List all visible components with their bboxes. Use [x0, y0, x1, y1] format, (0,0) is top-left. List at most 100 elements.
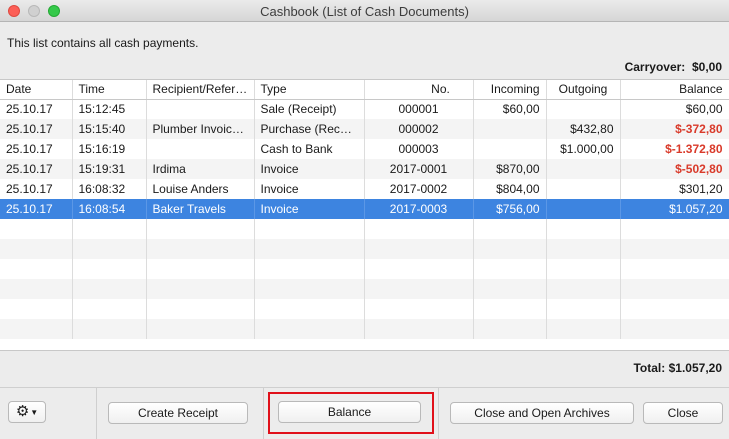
empty-cell	[620, 259, 729, 279]
empty-cell	[72, 299, 147, 319]
empty-cell	[254, 279, 365, 299]
table-row[interactable]: 25.10.17 15:16:19 Cash to Bank 000003 $1.000…	[0, 139, 729, 159]
cell-incoming	[473, 119, 547, 139]
cell-recipient	[146, 99, 255, 119]
cell-incoming: $870,00	[473, 159, 547, 179]
cell-date: 25.10.17	[0, 139, 73, 159]
column-header-balance[interactable]: Balance	[620, 80, 729, 100]
title-bar: Cashbook (List of Cash Documents)	[0, 0, 729, 22]
empty-cell	[72, 319, 147, 339]
empty-cell	[364, 259, 474, 279]
empty-cell	[546, 319, 621, 339]
table-row[interactable]: 25.10.17 16:08:32 Louise Anders Invoice 2017…	[0, 179, 729, 199]
cell-outgoing: $1.000,00	[546, 139, 621, 159]
column-header-no[interactable]: No.	[364, 80, 474, 100]
table-row[interactable]: 25.10.17 15:19:31 Irdima Invoice 2017-0001 $8…	[0, 159, 729, 179]
empty-cell	[72, 239, 147, 259]
column-header-time[interactable]: Time	[72, 80, 147, 100]
empty-cell	[473, 239, 547, 259]
empty-cell	[364, 239, 474, 259]
cell-type: Cash to Bank	[254, 139, 365, 159]
cell-balance: $60,00	[620, 99, 729, 119]
empty-row	[0, 239, 729, 259]
cell-outgoing	[546, 159, 621, 179]
cell-type: Invoice	[254, 199, 365, 219]
empty-row	[0, 259, 729, 279]
column-header-type[interactable]: Type	[254, 80, 365, 100]
empty-cell	[546, 299, 621, 319]
empty-cell	[72, 259, 147, 279]
carryover-value: $0,00	[691, 60, 722, 74]
empty-cell	[146, 239, 255, 259]
cell-balance: $-502,80	[620, 159, 729, 179]
cell-outgoing: $432,80	[546, 119, 621, 139]
intro-text: This list contains all cash payments.	[7, 36, 199, 50]
empty-cell	[546, 219, 621, 239]
empty-cell	[620, 239, 729, 259]
column-header-outgoing[interactable]: Outgoing	[546, 80, 621, 100]
empty-cell	[620, 299, 729, 319]
table-row[interactable]: 25.10.17 15:15:40 Plumber Invoice ... Purch…	[0, 119, 729, 139]
empty-cell	[620, 319, 729, 339]
cell-incoming: $804,00	[473, 179, 547, 199]
cell-date: 25.10.17	[0, 99, 73, 119]
empty-cell	[620, 279, 729, 299]
cell-date: 25.10.17	[0, 119, 73, 139]
cash-documents-table[interactable]: Date Time Recipient/Refere... Type No. I…	[0, 79, 729, 351]
cell-recipient	[146, 139, 255, 159]
create-receipt-button[interactable]: Create Receipt	[108, 402, 248, 424]
cell-date: 25.10.17	[0, 159, 73, 179]
total-label: Total:	[633, 361, 666, 375]
empty-row	[0, 219, 729, 239]
table-row[interactable]: 25.10.17 16:08:54 Baker Travels Invoice 2017…	[0, 199, 729, 219]
cell-no: 2017-0002	[364, 179, 474, 199]
cell-date: 25.10.17	[0, 179, 73, 199]
cell-type: Invoice	[254, 159, 365, 179]
empty-cell	[473, 319, 547, 339]
empty-cell	[546, 279, 621, 299]
empty-cell	[0, 299, 73, 319]
cell-no: 000003	[364, 139, 474, 159]
empty-cell	[473, 219, 547, 239]
empty-cell	[146, 319, 255, 339]
column-header-recipient[interactable]: Recipient/Refere...	[146, 80, 255, 100]
cell-time: 15:12:45	[72, 99, 147, 119]
empty-cell	[254, 259, 365, 279]
cell-type: Invoice	[254, 179, 365, 199]
cell-time: 16:08:54	[72, 199, 147, 219]
empty-cell	[254, 219, 365, 239]
empty-cell	[146, 299, 255, 319]
cell-balance: $1.057,20	[620, 199, 729, 219]
column-header-date[interactable]: Date	[0, 80, 73, 100]
balance-button-highlight	[268, 392, 434, 434]
empty-cell	[146, 259, 255, 279]
cell-outgoing	[546, 179, 621, 199]
empty-cell	[0, 219, 73, 239]
cell-no: 000002	[364, 119, 474, 139]
close-button[interactable]: Close	[643, 402, 723, 424]
close-and-open-archives-button[interactable]: Close and Open Archives	[450, 402, 634, 424]
empty-cell	[473, 259, 547, 279]
cell-balance: $-1.372,80	[620, 139, 729, 159]
empty-cell	[0, 259, 73, 279]
total-value: $1.057,20	[668, 361, 722, 375]
cell-recipient: Irdima	[146, 159, 255, 179]
empty-cell	[620, 219, 729, 239]
empty-row	[0, 299, 729, 319]
empty-cell	[546, 239, 621, 259]
column-header-incoming[interactable]: Incoming	[473, 80, 547, 100]
window-title: Cashbook (List of Cash Documents)	[260, 4, 469, 19]
empty-cell	[364, 319, 474, 339]
cell-no: 000001	[364, 99, 474, 119]
cell-incoming: $756,00	[473, 199, 547, 219]
cell-recipient: Louise Anders	[146, 179, 255, 199]
empty-cell	[0, 239, 73, 259]
cell-incoming	[473, 139, 547, 159]
empty-cell	[0, 279, 73, 299]
toolbar-divider	[96, 387, 97, 439]
empty-cell	[146, 219, 255, 239]
empty-cell	[0, 319, 73, 339]
actions-menu-button[interactable]: ⚙▼	[8, 401, 46, 423]
table-row[interactable]: 25.10.17 15:12:45 Sale (Receipt) 000001 $60,…	[0, 99, 729, 119]
cell-outgoing	[546, 199, 621, 219]
